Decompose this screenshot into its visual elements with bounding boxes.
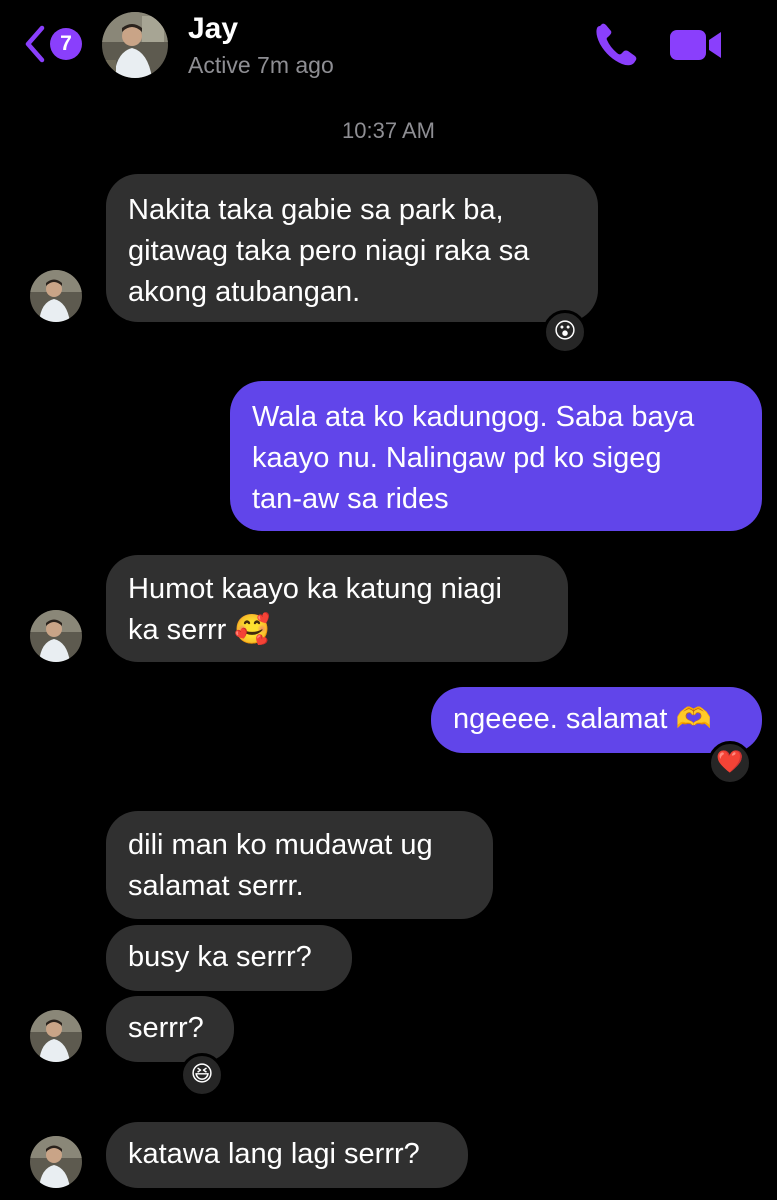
message-bubble-received[interactable]: Humot kaayo ka katung niagi ka serrr 🥰 <box>106 555 568 662</box>
message-bubble-received[interactable]: busy ka serrr? <box>106 925 352 991</box>
message-bubble-received[interactable]: Nakita taka gabie sa park ba, gitawag ta… <box>106 174 598 322</box>
reaction-badge[interactable]: 😆 <box>180 1053 224 1097</box>
message-text: Nakita taka gabie sa park ba, gitawag ta… <box>128 194 530 308</box>
surprised-face-icon: 😮 <box>553 319 577 344</box>
message-bubble-received[interactable]: serrr? <box>106 996 234 1062</box>
heart-icon: ❤️ <box>716 750 744 775</box>
message-bubble-sent[interactable]: ngeeee. salamat 🫶 <box>431 687 762 753</box>
unread-count-badge: 7 <box>50 28 82 60</box>
sender-avatar[interactable] <box>30 1010 82 1062</box>
voice-call-button[interactable] <box>592 20 640 68</box>
active-status: Active 7m ago <box>188 52 334 78</box>
message-text: Humot kaayo ka katung niagi ka serrr 🥰 <box>128 573 502 646</box>
contact-avatar[interactable] <box>102 12 168 78</box>
contact-name[interactable]: Jay <box>188 12 238 46</box>
message-text: busy ka serrr? <box>128 941 312 973</box>
message-timestamp: 10:37 AM <box>342 118 435 143</box>
message-text: serrr? <box>128 1012 204 1044</box>
message-text: dili man ko mudawat ug salamat serrr. <box>128 829 433 902</box>
message-bubble-received[interactable]: katawa lang lagi serrr? <box>106 1122 468 1188</box>
message-text: ngeeee. salamat 🫶 <box>453 703 712 735</box>
reaction-badge[interactable]: ❤️ <box>708 741 752 785</box>
laughing-face-icon: 😆 <box>190 1062 214 1087</box>
sender-avatar[interactable] <box>30 1136 82 1188</box>
chat-header: 7 Jay Active 7m ago <box>0 0 777 100</box>
back-button[interactable]: 7 <box>22 22 92 66</box>
sender-avatar[interactable] <box>30 270 82 322</box>
sender-avatar[interactable] <box>30 610 82 662</box>
phone-icon <box>596 23 637 66</box>
message-text: Wala ata ko kadungog. Saba baya kaayo nu… <box>252 401 695 515</box>
reaction-badge[interactable]: 😮 <box>543 310 587 354</box>
message-bubble-sent[interactable]: Wala ata ko kadungog. Saba baya kaayo nu… <box>230 381 762 531</box>
message-text: katawa lang lagi serrr? <box>128 1138 420 1170</box>
video-camera-icon <box>670 30 721 60</box>
video-call-button[interactable] <box>668 24 724 66</box>
chevron-left-icon <box>25 25 45 63</box>
message-bubble-received[interactable]: dili man ko mudawat ug salamat serrr. <box>106 811 493 919</box>
